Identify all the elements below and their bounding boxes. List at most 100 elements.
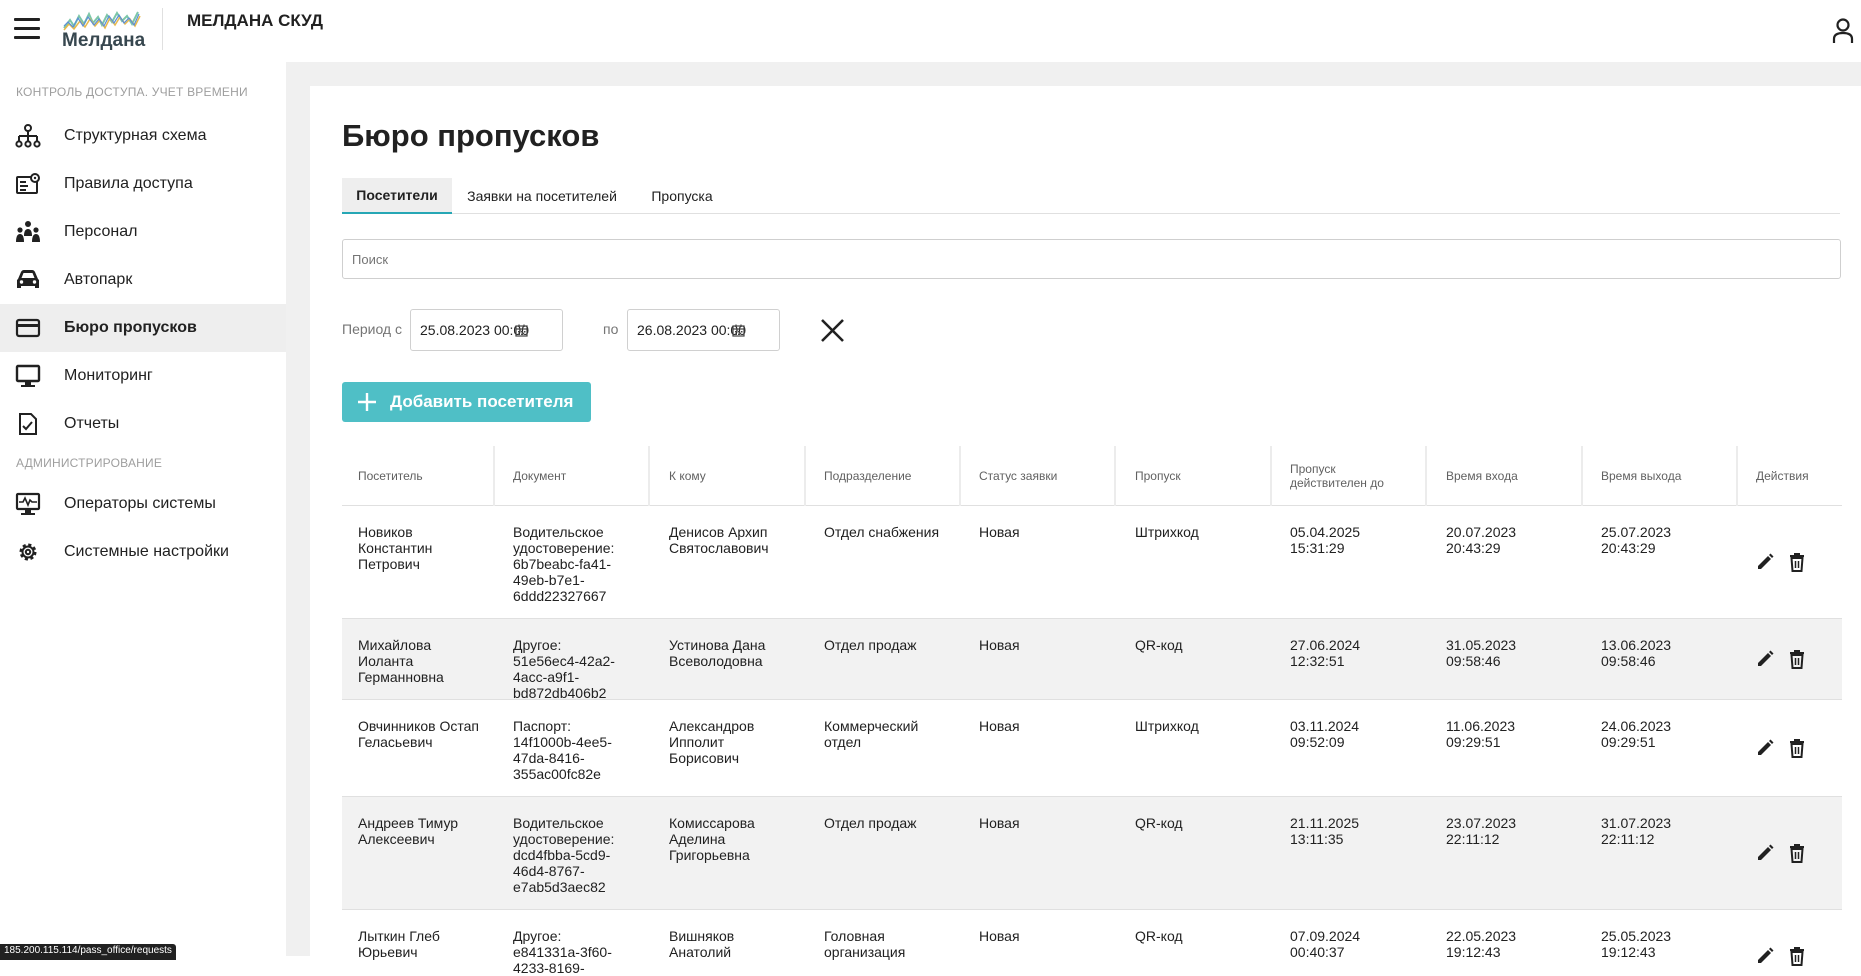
report-icon — [19, 413, 37, 435]
table-header: Посетитель Документ К кому Подразделение… — [342, 446, 1842, 506]
delete-icon[interactable] — [1787, 552, 1807, 572]
sidebar-item-system-settings[interactable]: Системные настройки — [0, 528, 286, 576]
column-resize-handle[interactable] — [959, 446, 961, 506]
edit-icon[interactable] — [1755, 649, 1775, 669]
cell-status: Новая — [979, 524, 1020, 540]
sidebar-item-fleet[interactable]: Автопарк — [0, 256, 286, 304]
edit-icon[interactable] — [1755, 946, 1775, 966]
search-input[interactable] — [342, 239, 1841, 279]
table-row[interactable]: Овчинников Остап Геласьевич Паспорт: 14f… — [342, 700, 1842, 797]
cell-visitor: Новиков Константин Петрович — [358, 524, 433, 572]
table-row[interactable]: Андреев Тимур Алексеевич Водительское уд… — [342, 797, 1842, 910]
cell-entry-time: 23.07.2023 22:11:12 — [1446, 815, 1517, 847]
cell-exit-time: 13.06.2023 09:58:46 — [1601, 637, 1672, 669]
cell-pass: QR-код — [1135, 928, 1183, 944]
clear-period-icon[interactable] — [820, 318, 845, 343]
column-resize-handle[interactable] — [1114, 446, 1116, 506]
column-resize-handle[interactable] — [648, 446, 650, 506]
cell-department: Отдел продаж — [824, 637, 917, 653]
cell-pass: Штрихкод — [1135, 718, 1199, 734]
table-row[interactable]: Новиков Константин Петрович Водительское… — [342, 506, 1842, 619]
add-visitor-button[interactable]: Добавить посетителя — [342, 382, 591, 422]
app-title: МЕЛДАНА СКУД — [187, 11, 323, 30]
delete-icon[interactable] — [1787, 946, 1807, 966]
edit-icon[interactable] — [1755, 738, 1775, 758]
cell-exit-time: 31.07.2023 22:11:12 — [1601, 815, 1672, 847]
table-row[interactable]: Михайлова Иоланта Германновна Другое: 51… — [342, 619, 1842, 701]
cell-to-whom: Александров Ипполит Борисович — [669, 718, 755, 766]
column-header-document[interactable]: Документ — [497, 446, 647, 506]
cell-document: Водительское удостоверение: 6b7beabc-fa4… — [513, 524, 615, 604]
sidebar-item-operators[interactable]: Операторы системы — [0, 480, 286, 528]
period-to-field[interactable]: 26.08.2023 00:00 — [627, 309, 780, 351]
sidebar-item-label: Отчеты — [64, 415, 120, 432]
tab-visitors[interactable]: Посетители — [342, 178, 452, 214]
cell-entry-time: 22.05.2023 19:12:43 — [1446, 928, 1517, 960]
cell-valid-until: 03.11.2024 09:52:09 — [1290, 718, 1360, 750]
menu-icon[interactable] — [14, 18, 40, 40]
cell-visitor: Андреев Тимур Алексеевич — [358, 815, 459, 847]
cell-department: Головная организация — [824, 928, 906, 960]
table-row[interactable]: Лыткин Глеб Юрьевич Другое: e841331a-3f6… — [342, 910, 1842, 976]
sidebar: КОНТРОЛЬ ДОСТУПА. УЧЕТ ВРЕМЕНИ Структурн… — [0, 62, 286, 956]
cell-status: Новая — [979, 928, 1020, 944]
delete-icon[interactable] — [1787, 843, 1807, 863]
column-resize-handle[interactable] — [1270, 446, 1272, 506]
column-header-exit-time[interactable]: Время выхода — [1585, 446, 1735, 506]
cell-valid-until: 05.04.2025 15:31:29 — [1290, 524, 1361, 556]
header-divider — [162, 8, 163, 50]
column-header-valid-until[interactable]: Пропуск действителен до — [1274, 446, 1404, 506]
cell-status: Новая — [979, 815, 1020, 831]
tab-visitor-requests[interactable]: Заявки на посетителей — [452, 178, 632, 214]
link-status-bar: 185.200.115.114/pass_office/requests — [0, 944, 176, 960]
plus-icon — [358, 393, 376, 411]
column-resize-handle[interactable] — [1581, 446, 1583, 506]
cell-document: Водительское удостоверение: dcd4fbba-5cd… — [513, 815, 615, 895]
cell-to-whom: Вишняков Анатолий — [669, 928, 735, 960]
cell-visitor: Лыткин Глеб Юрьевич — [358, 928, 440, 960]
column-resize-handle[interactable] — [1425, 446, 1427, 506]
sidebar-item-reports[interactable]: Отчеты — [0, 400, 286, 448]
column-header-to-whom[interactable]: К кому — [653, 446, 803, 506]
page-title: Бюро пропусков — [342, 118, 600, 153]
sidebar-item-label: Операторы системы — [64, 495, 216, 512]
sidebar-item-personnel[interactable]: Персонал — [0, 208, 286, 256]
column-resize-handle[interactable] — [804, 446, 806, 506]
cell-department: Коммерческий отдел — [824, 718, 919, 750]
car-icon — [17, 270, 39, 288]
period-from-field[interactable]: 25.08.2023 00:00 — [410, 309, 563, 351]
top-bar: Мелдана МЕЛДАНА СКУД — [0, 0, 1861, 62]
sidebar-section-access: КОНТРОЛЬ ДОСТУПА. УЧЕТ ВРЕМЕНИ — [16, 85, 248, 99]
cell-visitor: Михайлова Иоланта Германновна — [358, 637, 444, 685]
edit-icon[interactable] — [1755, 552, 1775, 572]
column-header-visitor[interactable]: Посетитель — [342, 446, 492, 506]
column-header-entry-time[interactable]: Время входа — [1430, 446, 1580, 506]
monitor-icon — [15, 364, 41, 387]
sidebar-item-structure[interactable]: Структурная схема — [0, 112, 286, 160]
column-header-pass[interactable]: Пропуск — [1119, 446, 1269, 506]
delete-icon[interactable] — [1787, 738, 1807, 758]
sidebar-item-pass-office[interactable]: Бюро пропусков — [0, 304, 286, 352]
cell-status: Новая — [979, 637, 1020, 653]
sidebar-item-label: Бюро пропусков — [64, 319, 197, 336]
sidebar-item-access-rules[interactable]: Правила доступа — [0, 160, 286, 208]
calendar-icon[interactable] — [732, 324, 745, 337]
column-header-department[interactable]: Подразделение — [808, 446, 958, 506]
cell-exit-time: 25.05.2023 19:12:43 — [1601, 928, 1672, 960]
calendar-icon[interactable] — [515, 324, 528, 337]
gear-icon — [19, 543, 37, 561]
period-to-value: 26.08.2023 00:00 — [637, 322, 746, 338]
sidebar-item-monitoring[interactable]: Мониторинг — [0, 352, 286, 400]
operators-icon — [15, 492, 41, 515]
period-to-label: по — [603, 321, 619, 337]
cell-valid-until: 21.11.2025 13:11:35 — [1290, 815, 1360, 847]
user-icon[interactable] — [1832, 18, 1854, 44]
tab-bar: Посетители Заявки на посетителей Пропуск… — [342, 178, 1840, 214]
cell-document: Другое: e841331a-3f60-4233-8169- — [513, 928, 612, 976]
column-resize-handle[interactable] — [493, 446, 495, 506]
delete-icon[interactable] — [1787, 649, 1807, 669]
column-header-request-status[interactable]: Статус заявки — [963, 446, 1113, 506]
tab-passes[interactable]: Пропуска — [632, 178, 732, 214]
column-resize-handle[interactable] — [1736, 446, 1738, 506]
edit-icon[interactable] — [1755, 843, 1775, 863]
